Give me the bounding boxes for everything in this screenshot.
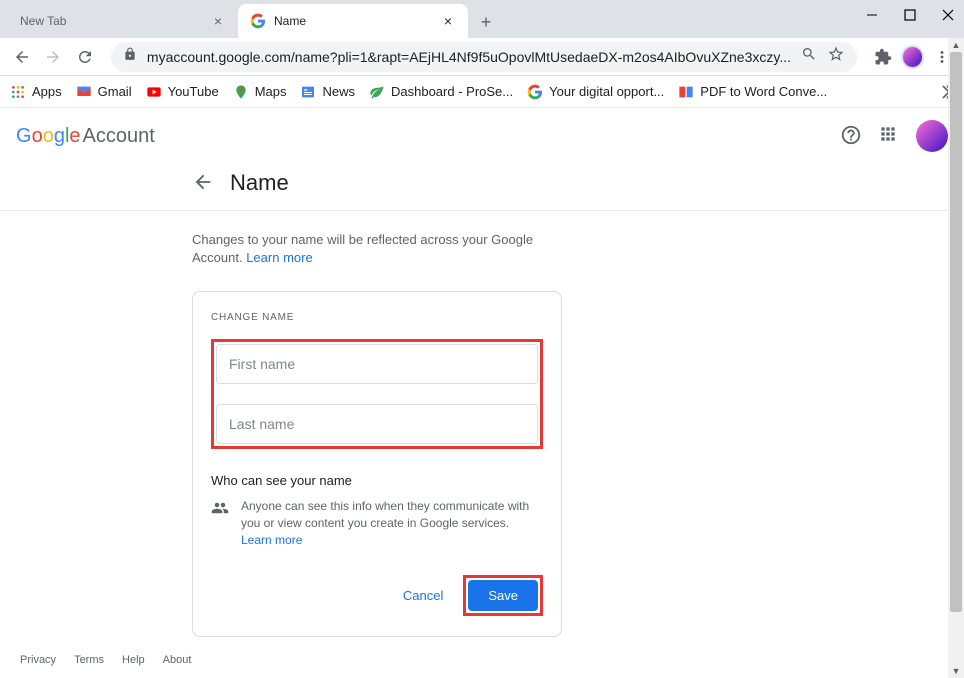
browser-tab-newtab[interactable]: New Tab × [8, 4, 238, 38]
zoom-icon[interactable] [801, 46, 817, 67]
bookmark-label: Maps [255, 84, 287, 99]
who-title: Who can see your name [211, 473, 543, 488]
browser-tab-bar: New Tab × Name × + [0, 0, 964, 38]
gmail-icon [76, 84, 92, 100]
back-button[interactable] [8, 43, 36, 71]
google-favicon [250, 13, 266, 29]
browser-tab-name[interactable]: Name × [238, 4, 468, 38]
first-name-input[interactable] [216, 344, 538, 384]
scroll-up-arrow[interactable]: ▲ [948, 38, 964, 52]
star-icon[interactable] [827, 45, 845, 68]
bookmark-label: Gmail [98, 84, 132, 99]
bookmark-youtube[interactable]: YouTube [146, 84, 219, 100]
name-input-group [211, 339, 543, 449]
change-name-card: CHANGE NAME Who can see your name Anyone… [192, 291, 562, 636]
people-icon [211, 499, 229, 522]
section-label: CHANGE NAME [211, 312, 543, 323]
forward-button[interactable] [40, 43, 68, 71]
browser-toolbar: myaccount.google.com/name?pli=1&rapt=AEj… [0, 38, 964, 76]
bookmark-gmail[interactable]: Gmail [76, 84, 132, 100]
bookmarks-bar: Apps Gmail YouTube Maps News Dashboard -… [0, 76, 964, 108]
bookmark-pdf-word[interactable]: PDF to Word Conve... [678, 84, 827, 100]
pdf-icon [678, 84, 694, 100]
bookmark-label: PDF to Word Conve... [700, 84, 827, 99]
button-row: Cancel Save [211, 575, 543, 616]
address-bar[interactable]: myaccount.google.com/name?pli=1&rapt=AEj… [111, 42, 857, 72]
bookmark-news[interactable]: News [300, 84, 355, 100]
last-name-input[interactable] [216, 404, 538, 444]
reload-button[interactable] [71, 43, 99, 71]
footer-about[interactable]: About [163, 654, 192, 666]
close-icon[interactable]: × [440, 13, 456, 29]
who-can-see-section: Who can see your name Anyone can see thi… [211, 473, 543, 548]
cancel-button[interactable]: Cancel [391, 580, 455, 611]
bookmark-apps[interactable]: Apps [10, 84, 62, 100]
account-header: GoogleAccount [0, 108, 964, 164]
tab-title: New Tab [20, 14, 202, 28]
apps-icon [10, 84, 26, 100]
extensions-icon[interactable] [869, 43, 897, 71]
footer-terms[interactable]: Terms [74, 654, 104, 666]
tab-title: Name [274, 14, 432, 28]
footer-privacy[interactable]: Privacy [20, 654, 56, 666]
maps-icon [233, 84, 249, 100]
new-tab-button[interactable]: + [472, 8, 500, 36]
minimize-button[interactable] [862, 5, 882, 25]
bookmark-digital-opport[interactable]: Your digital opport... [527, 84, 664, 100]
close-window-button[interactable] [938, 5, 958, 25]
lock-icon [123, 47, 137, 66]
google-account-logo[interactable]: GoogleAccount [16, 125, 155, 148]
bookmark-label: News [322, 84, 355, 99]
bookmark-label: Your digital opport... [549, 84, 664, 99]
window-controls [862, 0, 958, 30]
page-title: Name [230, 170, 289, 196]
footer-help[interactable]: Help [122, 654, 145, 666]
footer: Privacy Terms Help About [20, 654, 191, 666]
bookmark-label: Dashboard - ProSe... [391, 84, 513, 99]
news-icon [300, 84, 316, 100]
content: Changes to your name will be reflected a… [0, 211, 760, 637]
bookmark-label: Apps [32, 84, 62, 99]
save-button[interactable]: Save [468, 580, 538, 611]
learn-more-link[interactable]: Learn more [246, 250, 312, 265]
page-title-row: Name [0, 164, 964, 211]
google-g-icon [527, 84, 543, 100]
who-text: Anyone can see this info when they commu… [241, 498, 543, 548]
url-text: myaccount.google.com/name?pli=1&rapt=AEj… [147, 49, 791, 65]
leaf-icon [369, 84, 385, 100]
scrollbar[interactable]: ▲ ▼ [948, 38, 964, 678]
scroll-thumb[interactable] [950, 52, 962, 612]
who-learn-more-link[interactable]: Learn more [241, 533, 302, 547]
help-icon[interactable] [840, 124, 864, 148]
bookmark-dashboard[interactable]: Dashboard - ProSe... [369, 84, 513, 100]
apps-grid-icon[interactable] [878, 124, 902, 148]
account-avatar[interactable] [916, 120, 948, 152]
bookmark-maps[interactable]: Maps [233, 84, 287, 100]
bookmark-label: YouTube [168, 84, 219, 99]
profile-avatar[interactable] [901, 45, 925, 69]
close-icon[interactable]: × [210, 13, 226, 29]
maximize-button[interactable] [900, 5, 920, 25]
page-description: Changes to your name will be reflected a… [192, 231, 562, 267]
scroll-down-arrow[interactable]: ▼ [948, 664, 964, 678]
youtube-icon [146, 84, 162, 100]
back-arrow-button[interactable] [192, 171, 216, 195]
